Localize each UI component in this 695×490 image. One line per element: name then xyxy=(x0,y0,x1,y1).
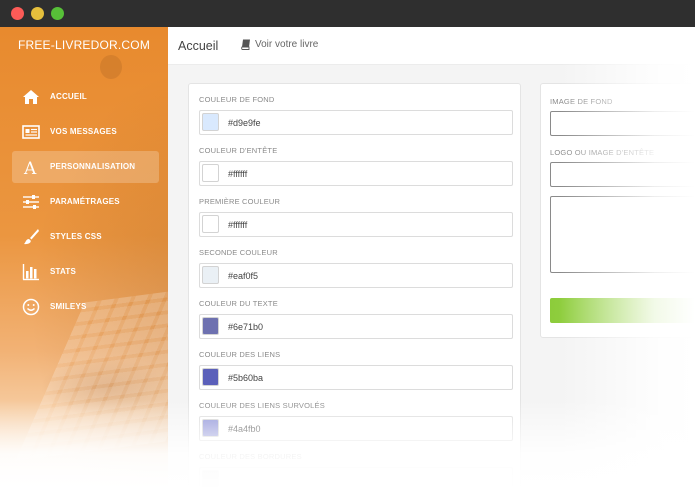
sidebar-item-styles-css[interactable]: STYLES CSS xyxy=(12,221,159,253)
logo-input[interactable] xyxy=(550,162,695,187)
field-couleur-des-liens: COULEUR DES LIENS #5b60ba xyxy=(199,350,513,390)
maximize-window-button[interactable] xyxy=(51,7,64,20)
sidebar-item-label: SMILEYS xyxy=(50,302,87,311)
field-couleur-des-liens-survoles: COULEUR DES LIENS SURVOLÉS #4a4fb0 xyxy=(199,401,513,441)
sidebar-nav: ACCUEIL VOS MESSAGES A PERSONNALISATION xyxy=(12,81,159,326)
color-input[interactable]: #5b60ba xyxy=(199,365,513,390)
sidebar-item-label: STATS xyxy=(50,267,77,276)
field-couleur-dentete: COULEUR D'ENTÊTE #ffffff xyxy=(199,146,513,186)
sliders-icon xyxy=(23,195,39,209)
color-input[interactable]: #d9e9fe xyxy=(199,110,513,135)
field-label: PREMIÈRE COULEUR xyxy=(199,197,281,206)
color-input[interactable]: #4a4fb0 xyxy=(199,416,513,441)
sidebar-item-label: VOS MESSAGES xyxy=(50,127,117,136)
color-value: #ffffff xyxy=(228,220,248,230)
field-premiere-couleur: PREMIÈRE COULEUR #ffffff xyxy=(199,197,513,237)
field-seconde-couleur: SECONDE COULEUR #eaf0f5 xyxy=(199,248,513,288)
sidebar-item-label: PERSONNALISATION xyxy=(50,162,136,171)
sidebar: FREE-LIVREDOR.COM ACCUEIL VOS MESSAGES A… xyxy=(0,27,168,490)
color-value: #d9e9fe xyxy=(228,118,261,128)
color-swatch[interactable] xyxy=(202,113,219,131)
color-value: #eaf0f5 xyxy=(228,271,259,281)
color-swatch[interactable] xyxy=(202,215,219,233)
logo-label: LOGO OU IMAGE D'ENTÊTE xyxy=(550,148,655,157)
field-label: COULEUR DE FOND xyxy=(199,95,275,104)
newspaper-icon xyxy=(22,125,40,139)
sidebar-item-label: STYLES CSS xyxy=(50,232,102,241)
color-input[interactable]: #eaf0f5 xyxy=(199,263,513,288)
color-swatch[interactable] xyxy=(202,419,219,437)
svg-text:A: A xyxy=(23,159,37,176)
sidebar-item-smileys[interactable]: SMILEYS xyxy=(12,291,159,323)
image-de-fond-label: IMAGE DE FOND xyxy=(550,97,613,106)
color-value: #ffffff xyxy=(228,169,248,179)
brand-title[interactable]: FREE-LIVREDOR.COM xyxy=(0,38,168,52)
view-book-link[interactable]: Voir votre livre xyxy=(241,39,318,50)
book-icon xyxy=(241,39,250,50)
home-icon xyxy=(23,90,39,104)
color-value: #5b60ba xyxy=(228,373,264,383)
color-input[interactable]: #ffffff xyxy=(199,212,513,237)
image-de-fond-input[interactable] xyxy=(550,111,695,136)
window-titlebar xyxy=(0,0,695,27)
field-label: COULEUR DU TEXTE xyxy=(199,299,278,308)
color-value: #6e71b0 xyxy=(228,322,264,332)
sidebar-item-personnalisation[interactable]: A PERSONNALISATION xyxy=(12,151,159,183)
sidebar-item-parametrages[interactable]: PARAMÉTRAGES xyxy=(12,186,159,218)
page-title[interactable]: Accueil xyxy=(178,39,218,53)
field-label: COULEUR DES LIENS xyxy=(199,350,281,359)
sidebar-item-accueil[interactable]: ACCUEIL xyxy=(12,81,159,113)
field-couleur-des-bordures: COULEUR DES BORDURES xyxy=(199,452,513,490)
color-swatch[interactable] xyxy=(202,266,219,284)
main-content: COULEUR DE FOND #d9e9fe COULEUR D'ENTÊTE… xyxy=(168,65,695,490)
color-input[interactable]: #ffffff xyxy=(199,161,513,186)
header-textarea[interactable] xyxy=(550,196,695,273)
field-couleur-du-texte: COULEUR DU TEXTE #6e71b0 xyxy=(199,299,513,339)
field-couleur-de-fond: COULEUR DE FOND #d9e9fe xyxy=(199,95,513,135)
color-swatch[interactable] xyxy=(202,368,219,386)
smiley-icon xyxy=(22,298,40,316)
close-window-button[interactable] xyxy=(11,7,24,20)
field-label: COULEUR DES BORDURES xyxy=(199,452,302,461)
color-value: #4a4fb0 xyxy=(228,424,261,434)
sidebar-item-label: ACCUEIL xyxy=(50,92,87,101)
top-header: Accueil Voir votre livre xyxy=(168,27,695,65)
submit-button[interactable] xyxy=(550,298,695,323)
color-swatch[interactable] xyxy=(202,470,219,488)
minimize-window-button[interactable] xyxy=(31,7,44,20)
field-label: SECONDE COULEUR xyxy=(199,248,278,257)
sidebar-item-label: PARAMÉTRAGES xyxy=(50,197,120,206)
letter-a-icon: A xyxy=(23,159,37,176)
paintbrush-icon xyxy=(24,229,39,245)
field-label: COULEUR DES LIENS SURVOLÉS xyxy=(199,401,325,410)
field-label: COULEUR D'ENTÊTE xyxy=(199,146,278,155)
view-book-link-label: Voir votre livre xyxy=(255,39,319,50)
color-swatch[interactable] xyxy=(202,164,219,182)
color-swatch[interactable] xyxy=(202,317,219,335)
sidebar-item-stats[interactable]: STATS xyxy=(12,256,159,288)
apple-logo-photo xyxy=(100,55,122,79)
color-settings-panel: COULEUR DE FOND #d9e9fe COULEUR D'ENTÊTE… xyxy=(188,83,521,490)
color-input[interactable]: #6e71b0 xyxy=(199,314,513,339)
image-settings-panel: IMAGE DE FOND LOGO OU IMAGE D'ENTÊTE xyxy=(540,83,695,338)
sidebar-item-vos-messages[interactable]: VOS MESSAGES xyxy=(12,116,159,148)
bar-chart-icon xyxy=(22,264,39,281)
color-input[interactable] xyxy=(199,467,513,490)
